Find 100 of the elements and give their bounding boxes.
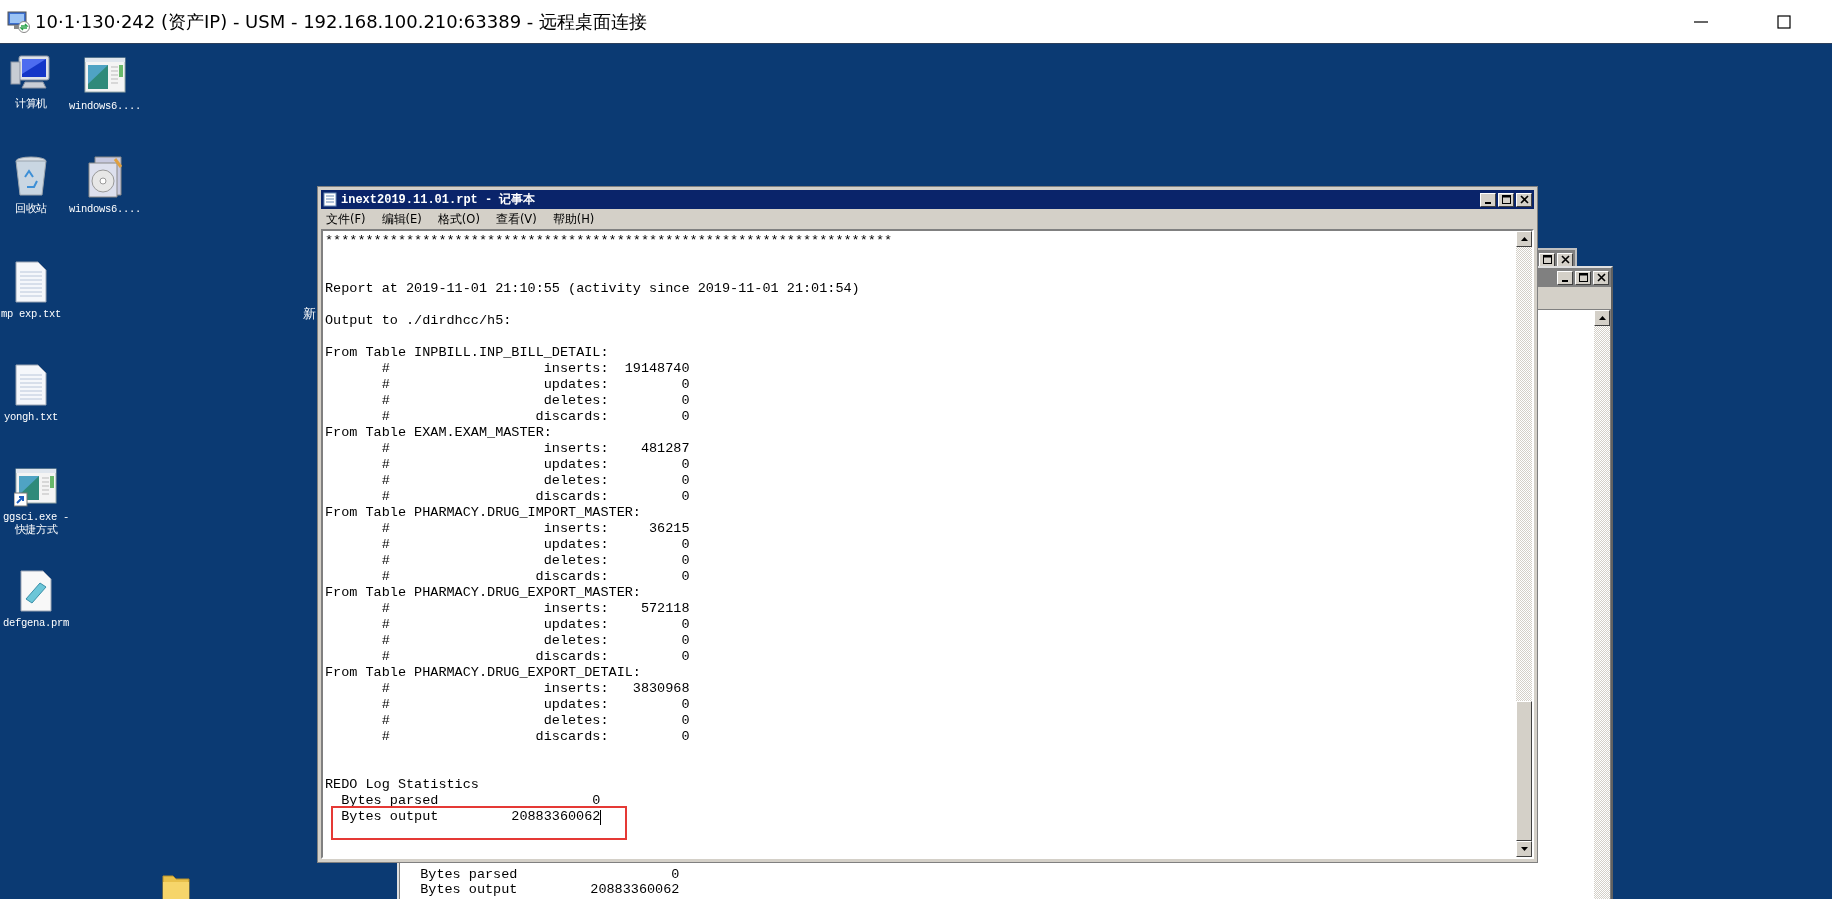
row-marker: # — [381, 441, 390, 457]
row-marker: # — [381, 729, 390, 745]
stat-value: 19148740 — [624, 361, 690, 377]
row-marker: # — [381, 601, 390, 617]
stat-label: deletes: — [543, 393, 609, 409]
stat-label: discards: — [535, 729, 609, 745]
desktop-icon-label[interactable]: 计算机 — [14, 98, 48, 111]
desktop-icon-label[interactable]: yongh.txt — [4, 411, 58, 424]
stat-value: 3830968 — [632, 681, 690, 697]
text-line: From Table PHARMACY.DRUG_IMPORT_MASTER: — [325, 505, 642, 521]
row-marker: # — [381, 681, 390, 697]
scroll-up-button[interactable] — [1594, 310, 1610, 326]
text-line: From Table EXAM.EXAM_MASTER: — [325, 425, 553, 441]
stat-label: updates: — [543, 377, 609, 393]
stat-label: discards: — [535, 649, 609, 665]
down-arrow-icon — [1520, 847, 1528, 851]
row-marker: # — [381, 473, 390, 489]
stat-value: 0 — [681, 537, 690, 553]
stat-value: 572118 — [640, 601, 690, 617]
menu-item[interactable]: 文件(F) — [326, 211, 366, 227]
notepad-file-icon[interactable] — [19, 569, 53, 613]
stat-label: discards: — [535, 489, 609, 505]
stat-label: deletes: — [543, 713, 609, 729]
desktop-icon-label[interactable]: windows6.... — [69, 100, 141, 113]
application-icon[interactable] — [83, 56, 127, 96]
desktop-icon-label[interactable]: defgena.prm — [3, 617, 69, 630]
stat-label: updates: — [543, 697, 609, 713]
desktop-icon-label[interactable]: 回收站 — [14, 203, 48, 216]
stat-label: Bytes output — [420, 882, 518, 897]
stat-value: 36215 — [649, 521, 690, 537]
stat-value: 0 — [681, 409, 690, 425]
minimize-icon — [1562, 279, 1568, 282]
row-marker: # — [381, 377, 390, 393]
scroll-up-button[interactable] — [1516, 231, 1532, 247]
stat-label: updates: — [543, 457, 609, 473]
window-title: 10·1·130·242 (资产IP) - USM - 192.168.100.210:63389 - 远程桌面连接 — [35, 9, 648, 34]
minimize-button[interactable] — [1480, 192, 1496, 207]
text-line: From Table PHARMACY.DRUG_EXPORT_MASTER: — [325, 585, 642, 601]
stat-label: Bytes output — [341, 809, 439, 825]
row-marker: # — [381, 633, 390, 649]
stat-value: 0 — [681, 713, 690, 729]
row-marker: # — [381, 361, 390, 377]
stat-label: discards: — [535, 409, 609, 425]
stat-value: 0 — [681, 649, 690, 665]
stat-value: 0 — [681, 569, 690, 585]
stat-label: Bytes parsed — [341, 793, 439, 809]
desktop-icon-label[interactable]: ggsci.exe - — [3, 511, 69, 524]
shortcut-icon[interactable] — [14, 467, 58, 507]
row-marker: # — [381, 697, 390, 713]
folder-icon[interactable] — [161, 872, 191, 899]
stat-value: 0 — [681, 457, 690, 473]
menu-item[interactable]: 帮助(H) — [552, 211, 595, 227]
text-file-icon[interactable] — [14, 260, 48, 304]
stat-value: 0 — [681, 377, 690, 393]
menu-item[interactable]: 编辑(E) — [381, 211, 422, 227]
row-marker: # — [381, 457, 390, 473]
stat-value: 0 — [681, 697, 690, 713]
menu-item[interactable]: 查看(V) — [495, 211, 537, 227]
desktop-icon-label[interactable]: windows6.... — [69, 203, 141, 216]
row-marker: # — [381, 617, 390, 633]
text-line: From Table INPBILL.INP_BILL_DETAIL: — [325, 345, 610, 361]
text-line: ********************************************************************** — [325, 233, 894, 249]
row-marker: # — [381, 649, 390, 665]
stat-value: 0 — [681, 633, 690, 649]
menu-item[interactable]: 格式(O) — [437, 211, 480, 227]
close-button[interactable] — [1593, 270, 1609, 285]
stat-label: updates: — [543, 617, 609, 633]
scroll-down-button[interactable] — [1516, 841, 1532, 857]
stat-value: 481287 — [640, 441, 690, 457]
stat-value: 0 — [671, 867, 680, 882]
stat-label: inserts: — [543, 521, 609, 537]
stat-label: updates: — [543, 537, 609, 553]
close-button[interactable] — [1516, 192, 1532, 207]
disc-box-icon[interactable] — [85, 155, 125, 199]
close-button[interactable] — [1557, 252, 1573, 267]
stat-label: discards: — [535, 569, 609, 585]
stat-label: deletes: — [543, 473, 609, 489]
row-marker: # — [381, 553, 390, 569]
row-marker: # — [381, 569, 390, 585]
minimize-button[interactable] — [1557, 270, 1573, 285]
stat-value: 0 — [681, 489, 690, 505]
desktop-icon-label[interactable]: 快捷方式 — [14, 524, 58, 537]
scrollbar-thumb[interactable] — [1516, 701, 1532, 841]
stat-label: inserts: — [543, 681, 609, 697]
text-line: REDO Log Statistics — [325, 777, 480, 793]
row-marker: # — [381, 537, 390, 553]
stat-label: inserts: — [543, 601, 609, 617]
stat-value: 20883360062 — [511, 809, 601, 825]
stat-label: deletes: — [543, 553, 609, 569]
stat-value: 0 — [681, 393, 690, 409]
desktop-icon-label[interactable]: 新 — [302, 308, 316, 321]
desktop-icon-label[interactable]: mp exp.txt — [1, 308, 61, 321]
stat-label: Bytes parsed — [420, 867, 518, 882]
row-marker: # — [381, 393, 390, 409]
row-marker: # — [381, 489, 390, 505]
stat-value: 0 — [681, 473, 690, 489]
row-marker: # — [381, 713, 390, 729]
stat-label: inserts: — [543, 441, 609, 457]
up-arrow-icon — [1520, 237, 1528, 241]
text-file-icon[interactable] — [14, 363, 48, 407]
